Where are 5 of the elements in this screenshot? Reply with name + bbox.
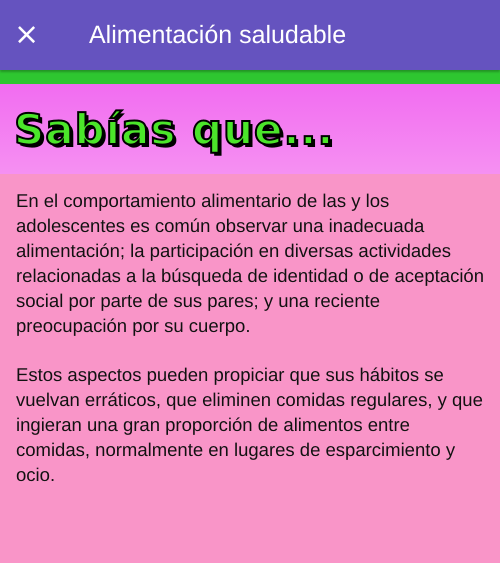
paragraph: En el comportamiento alimentario de las y los adolescentes es común observar una inadecuada alimentación; la participación en diversas actividades relacionadas a la búsqueda de identidad o de aceptación social por parte de sus pares; y una reciente preocupación por su cuerpo. — [16, 189, 486, 338]
close-button[interactable]: × — [14, 20, 34, 50]
paragraph: Estos aspectos pueden propiciar que sus hábitos se vuelvan erráticos, que eliminen comidas regulares, y que ingieran una gran proporción de alimentos entre comidas, normalmente en lugares de esparcimiento y ocio. — [16, 363, 484, 487]
heading: Sabías que... — [14, 104, 334, 154]
screen-title: Alimentación saludable — [89, 20, 346, 50]
